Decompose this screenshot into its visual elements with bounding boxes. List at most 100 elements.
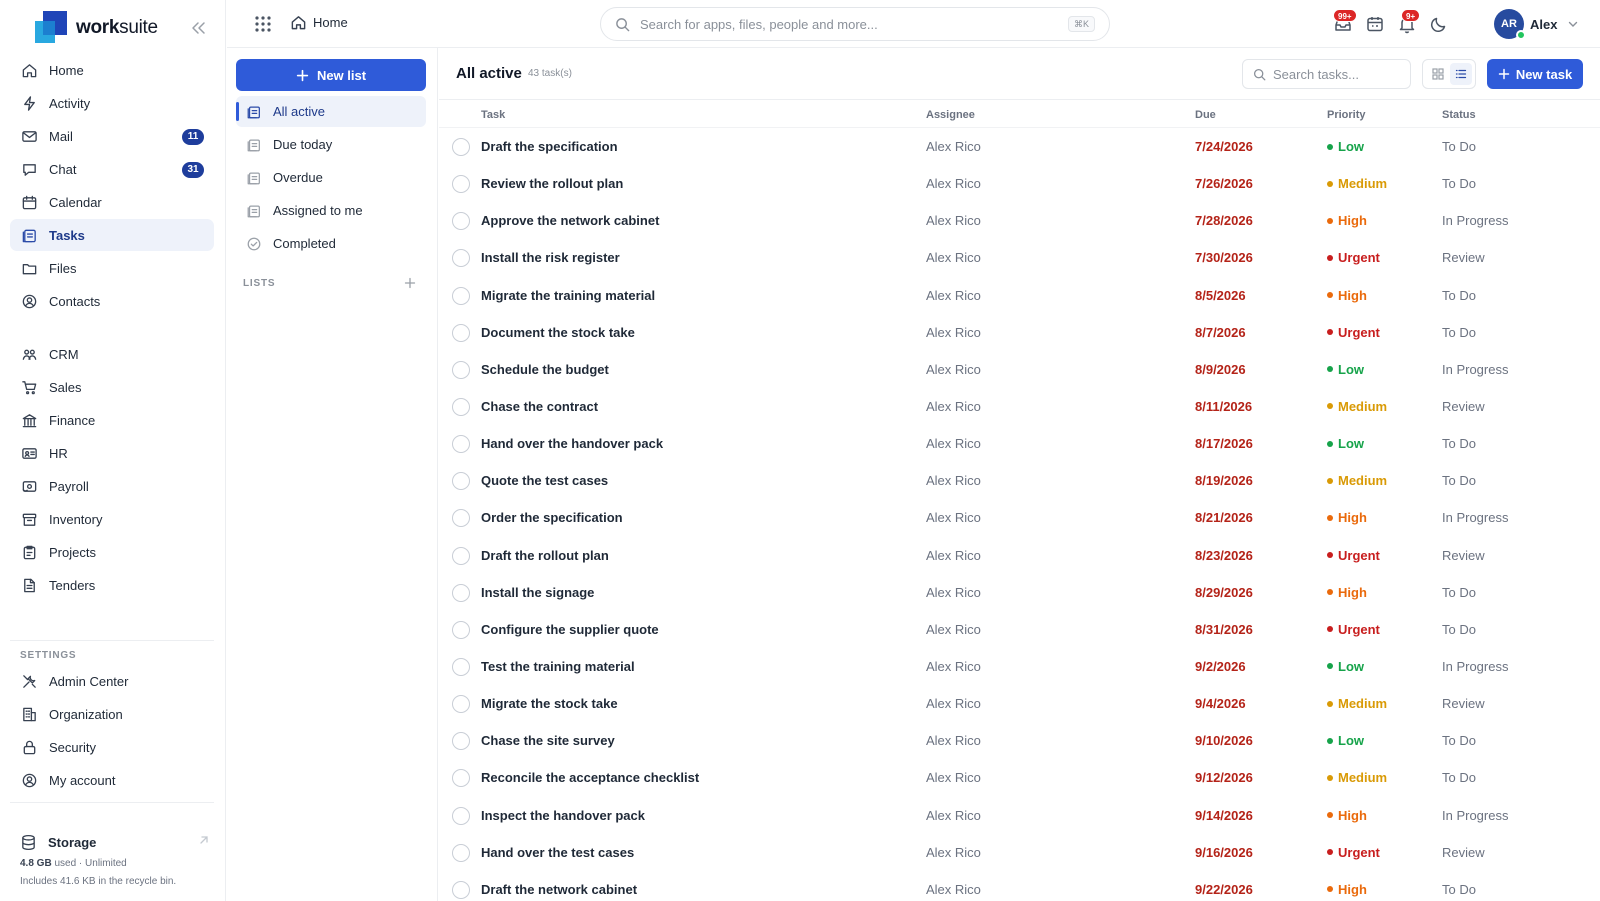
- task-complete-checkbox[interactable]: [452, 212, 470, 231]
- sidebar-item-calendar[interactable]: Calendar: [10, 186, 214, 218]
- task-complete-checkbox[interactable]: [452, 360, 470, 379]
- list-item-completed[interactable]: Completed: [236, 228, 426, 259]
- sidebar-item-hr[interactable]: HR: [10, 437, 214, 469]
- task-title[interactable]: Test the training material: [481, 659, 635, 674]
- new-task-button[interactable]: New task: [1487, 59, 1583, 89]
- settings-item-organization[interactable]: Organization: [10, 698, 214, 730]
- sidebar-item-mail[interactable]: Mail 11: [10, 120, 214, 152]
- calendar-button[interactable]: [1365, 14, 1385, 34]
- task-complete-checkbox[interactable]: [452, 843, 470, 862]
- global-search-input[interactable]: [640, 16, 1060, 32]
- table-row[interactable]: Reconcile the acceptance checklist Alex R…: [439, 759, 1600, 796]
- task-complete-checkbox[interactable]: [452, 769, 470, 788]
- task-search-input[interactable]: [1273, 66, 1403, 82]
- table-row[interactable]: Migrate the stock take Alex Rico 9/4/2026 M…: [439, 685, 1600, 722]
- sidebar-item-chat[interactable]: Chat 31: [10, 153, 214, 185]
- user-menu[interactable]: AR Alex: [1494, 9, 1579, 40]
- task-complete-checkbox[interactable]: [452, 695, 470, 714]
- table-row[interactable]: Draft the network cabinet Alex Rico 9/22/2…: [439, 871, 1600, 901]
- task-complete-checkbox[interactable]: [452, 472, 470, 491]
- task-complete-checkbox[interactable]: [452, 509, 470, 528]
- task-complete-checkbox[interactable]: [452, 249, 470, 268]
- table-row[interactable]: Draft the rollout plan Alex Rico 8/23/2026…: [439, 537, 1600, 574]
- notifications-button[interactable]: 99+: [1333, 9, 1357, 34]
- task-title[interactable]: Chase the contract: [481, 399, 598, 414]
- storage-widget[interactable]: Storage 4.8 GB used · Unlimited Includes…: [20, 834, 210, 887]
- table-row[interactable]: Test the training material Alex Rico 9/2/2…: [439, 648, 1600, 685]
- grid-view-button[interactable]: [1427, 63, 1449, 85]
- task-title[interactable]: Draft the network cabinet: [481, 882, 637, 897]
- sidebar-item-crm[interactable]: CRM: [10, 338, 214, 370]
- task-title[interactable]: Migrate the stock take: [481, 696, 618, 711]
- task-title[interactable]: Draft the rollout plan: [481, 548, 609, 563]
- table-row[interactable]: Hand over the test cases Alex Rico 9/16/20…: [439, 834, 1600, 871]
- table-row[interactable]: Order the specification Alex Rico 8/21/202…: [439, 499, 1600, 536]
- task-complete-checkbox[interactable]: [452, 880, 470, 899]
- open-storage-icon[interactable]: [198, 834, 210, 846]
- sidebar-item-tenders[interactable]: Tenders: [10, 569, 214, 601]
- sidebar-item-activity[interactable]: Activity: [10, 87, 214, 119]
- sidebar-item-payroll[interactable]: Payroll: [10, 470, 214, 502]
- task-title[interactable]: Schedule the budget: [481, 362, 609, 377]
- task-title[interactable]: Review the rollout plan: [481, 176, 623, 191]
- sidebar-item-inventory[interactable]: Inventory: [10, 503, 214, 535]
- task-title[interactable]: Reconcile the acceptance checklist: [481, 770, 699, 785]
- list-item-assigned-to-me[interactable]: Assigned to me: [236, 195, 426, 226]
- sidebar-item-files[interactable]: Files: [10, 252, 214, 284]
- task-complete-checkbox[interactable]: [452, 397, 470, 416]
- collapse-sidebar-icon[interactable]: [189, 19, 207, 37]
- column-header-task[interactable]: Task: [481, 109, 505, 121]
- settings-item-security[interactable]: Security: [10, 731, 214, 763]
- breadcrumb[interactable]: Home: [290, 14, 348, 31]
- list-item-all-active[interactable]: All active: [236, 96, 426, 127]
- sidebar-item-projects[interactable]: Projects: [10, 536, 214, 568]
- table-row[interactable]: Document the stock take Alex Rico 8/7/2026…: [439, 314, 1600, 351]
- task-title[interactable]: Quote the test cases: [481, 473, 608, 488]
- task-complete-checkbox[interactable]: [452, 732, 470, 751]
- add-list-icon[interactable]: [404, 277, 416, 289]
- task-title[interactable]: Order the specification: [481, 510, 623, 525]
- table-row[interactable]: Install the signage Alex Rico 8/29/2026 Hig…: [439, 574, 1600, 611]
- table-row[interactable]: Schedule the budget Alex Rico 8/9/2026 Low I…: [439, 351, 1600, 388]
- task-complete-checkbox[interactable]: [452, 583, 470, 602]
- column-header-priority[interactable]: Priority: [1327, 109, 1366, 121]
- task-title[interactable]: Install the signage: [481, 585, 594, 600]
- task-complete-checkbox[interactable]: [452, 286, 470, 305]
- global-search[interactable]: ⌘K: [600, 7, 1110, 41]
- alerts-button[interactable]: 9+: [1397, 9, 1421, 34]
- column-header-due[interactable]: Due: [1195, 109, 1216, 121]
- table-row[interactable]: Inspect the handover pack Alex Rico 9/14/2…: [439, 797, 1600, 834]
- task-title[interactable]: Migrate the training material: [481, 288, 655, 303]
- task-complete-checkbox[interactable]: [452, 620, 470, 639]
- task-complete-checkbox[interactable]: [452, 138, 470, 156]
- sidebar-item-sales[interactable]: Sales: [10, 371, 214, 403]
- task-search[interactable]: [1242, 59, 1411, 89]
- table-row[interactable]: Draft the specification Alex Rico 7/24/202…: [439, 128, 1600, 165]
- table-row[interactable]: Approve the network cabinet Alex Rico 7/28…: [439, 202, 1600, 239]
- task-title[interactable]: Configure the supplier quote: [481, 622, 659, 637]
- table-row[interactable]: Hand over the handover pack Alex Rico 8/17…: [439, 425, 1600, 462]
- settings-item-my-account[interactable]: My account: [10, 764, 214, 796]
- task-complete-checkbox[interactable]: [452, 175, 470, 194]
- column-header-assignee[interactable]: Assignee: [926, 109, 975, 121]
- settings-item-admin-center[interactable]: Admin Center: [10, 665, 214, 697]
- task-title[interactable]: Hand over the handover pack: [481, 436, 663, 451]
- table-row[interactable]: Install the risk register Alex Rico 7/30/2…: [439, 239, 1600, 276]
- list-view-button[interactable]: [1449, 63, 1472, 85]
- table-row[interactable]: Quote the test cases Alex Rico 8/19/2026 Me…: [439, 462, 1600, 499]
- task-complete-checkbox[interactable]: [452, 806, 470, 825]
- task-title[interactable]: Chase the site survey: [481, 733, 615, 748]
- task-complete-checkbox[interactable]: [452, 435, 470, 454]
- sidebar-item-home[interactable]: Home: [10, 54, 214, 86]
- task-complete-checkbox[interactable]: [452, 323, 470, 342]
- apps-grid-icon[interactable]: [254, 15, 272, 33]
- table-row[interactable]: Chase the site survey Alex Rico 9/10/2026 L…: [439, 722, 1600, 759]
- task-complete-checkbox[interactable]: [452, 657, 470, 676]
- task-title[interactable]: Draft the specification: [481, 139, 618, 154]
- brand[interactable]: worksuite: [35, 11, 158, 45]
- dark-mode-toggle[interactable]: [1429, 14, 1449, 34]
- list-item-overdue[interactable]: Overdue: [236, 162, 426, 193]
- table-row[interactable]: Review the rollout plan Alex Rico 7/26/202…: [439, 165, 1600, 202]
- table-row[interactable]: Chase the contract Alex Rico 8/11/2026 Medi…: [439, 388, 1600, 425]
- column-header-status[interactable]: Status: [1442, 109, 1476, 121]
